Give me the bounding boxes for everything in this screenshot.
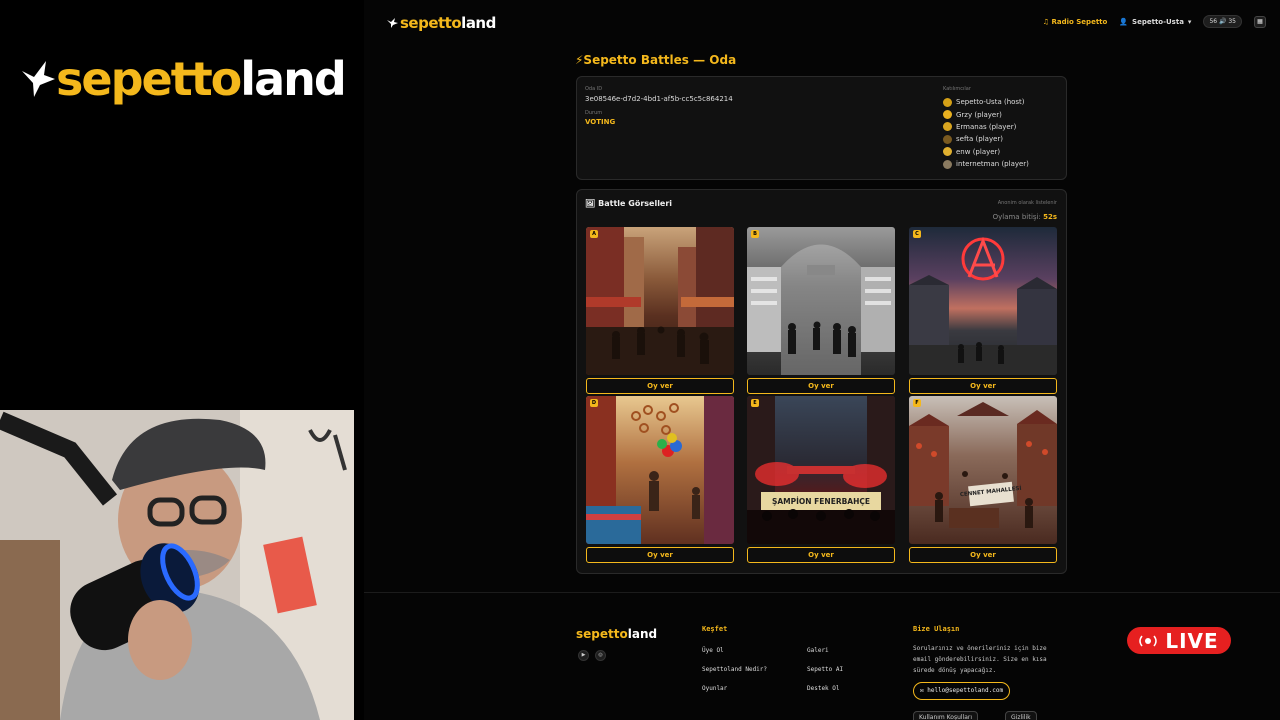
menu-icon[interactable]: ▦	[1254, 15, 1266, 28]
avatar	[943, 159, 952, 169]
entry-image[interactable]: ŞAMPİON FENERBAHÇE E	[747, 396, 895, 544]
logo-part1: sepetto	[400, 14, 462, 32]
bird-icon	[22, 61, 55, 97]
stream-frame: sepetto land ♫ Radio Sepetto 👤 Sepetto-Ust…	[0, 0, 1280, 720]
live-badge: LIVE	[1127, 627, 1231, 654]
anarchy-neon-art	[909, 236, 1057, 375]
site-footer: sepettoland ▶ ◎ Keşfet Üye Ol Galeri Sep…	[364, 592, 1280, 720]
social-links: ▶ ◎	[578, 650, 606, 661]
vote-button[interactable]: Oy ver	[909, 547, 1057, 563]
anonymous-note: Anonim olarak listelenir	[997, 200, 1057, 206]
footer-link-gallery[interactable]: Galeri	[807, 647, 829, 654]
user-icon: 👤	[1119, 17, 1129, 26]
entry-badge: E	[751, 399, 759, 407]
room-id-value: 3e08546e-d7d2-4bd1-af5b-cc5c5c864214	[585, 95, 733, 103]
battle-entry: C Oy ver	[909, 227, 1057, 394]
streamer-image	[0, 410, 354, 720]
entry-badge: B	[751, 230, 759, 238]
entry-image[interactable]: D	[586, 396, 734, 544]
battle-entry: CENNET MAHALLESİ F Oy ver	[909, 396, 1057, 563]
youtube-icon[interactable]: ▶	[578, 650, 589, 661]
participant-item: internetman (player)	[943, 158, 1029, 170]
participant-item: Ermanas (player)	[943, 121, 1029, 133]
bird-icon	[387, 18, 398, 28]
contact-text: Sorularınız ve önerileriniz için bize em…	[913, 645, 1047, 674]
avatar	[943, 134, 952, 144]
battle-entry: B Oy ver	[747, 227, 895, 394]
participant-item: sefta (player)	[943, 133, 1029, 145]
participants-list: Sepetto-Usta (host) Grzy (player) Ermana…	[943, 96, 1029, 170]
chevron-down-icon: ▾	[1187, 17, 1192, 26]
site-logo[interactable]: sepetto land	[386, 14, 496, 32]
webcam-feed	[0, 410, 354, 720]
footer-link-ai[interactable]: Sepetto AI	[807, 666, 843, 673]
logo-part2: land	[461, 14, 496, 32]
cennet-mahallesi-art: CENNET MAHALLESİ	[909, 402, 1057, 528]
simit-street-art	[586, 396, 734, 544]
bazaar-arcade-art	[747, 244, 895, 375]
instagram-icon[interactable]: ◎	[595, 650, 606, 661]
avatar	[943, 110, 952, 120]
market-street-art	[586, 227, 734, 375]
footer-link-about[interactable]: Sepettoland Nedir?	[702, 666, 767, 673]
entry-badge: C	[913, 230, 921, 238]
stream-logo: sepetto land	[20, 52, 347, 106]
room-id-label: Oda ID	[585, 86, 603, 92]
fenerbahce-fans-art: ŞAMPİON FENERBAHÇE	[747, 396, 895, 544]
entry-image[interactable]: CENNET MAHALLESİ F	[909, 396, 1057, 544]
vote-button[interactable]: Oy ver	[909, 378, 1057, 394]
entry-image[interactable]: C	[909, 227, 1057, 375]
entry-badge: F	[913, 399, 921, 407]
terms-link[interactable]: Kullanım Koşulları	[913, 711, 979, 720]
battle-title: 🖼 Battle Görselleri	[585, 199, 673, 208]
vote-button[interactable]: Oy ver	[747, 547, 895, 563]
footer-logo[interactable]: sepettoland	[576, 627, 657, 641]
music-icon: ♫	[1042, 17, 1052, 26]
participant-item: enw (player)	[943, 146, 1029, 158]
battle-entry: ŞAMPİON FENERBAHÇE E Oy ver	[747, 396, 895, 563]
participants-label: Katılımcılar	[943, 86, 971, 92]
live-label: LIVE	[1165, 628, 1219, 653]
avatar	[943, 122, 952, 132]
user-menu[interactable]: 👤 Sepetto-Usta ▾	[1119, 18, 1191, 26]
page-title: ⚡Sepetto Battles — Oda	[575, 53, 737, 67]
vote-timer: Oylama bitişi: 52s	[992, 213, 1057, 221]
vote-button[interactable]: Oy ver	[747, 378, 895, 394]
entry-image[interactable]: B	[747, 227, 895, 375]
footer-link-support[interactable]: Destek Ol	[807, 685, 840, 692]
images-icon: 🖼	[585, 199, 596, 208]
participant-item: Grzy (player)	[943, 108, 1029, 120]
explore-heading: Keşfet	[702, 625, 728, 633]
avatar	[943, 147, 952, 157]
vote-button[interactable]: Oy ver	[586, 547, 734, 563]
website-view: sepetto land ♫ Radio Sepetto 👤 Sepetto-Ust…	[364, 0, 1280, 720]
radio-link[interactable]: ♫ Radio Sepetto	[1043, 18, 1108, 26]
room-info-card: Oda ID 3e08546e-d7d2-4bd1-af5b-cc5c5c864…	[576, 76, 1067, 180]
vote-button[interactable]: Oy ver	[586, 378, 734, 394]
footer-link-signup[interactable]: Üye Ol	[702, 647, 724, 654]
participant-item: Sepetto-Usta (host)	[943, 96, 1029, 108]
entry-badge: D	[590, 399, 598, 407]
battle-entry: D Oy ver	[586, 396, 734, 563]
top-nav: ♫ Radio Sepetto 👤 Sepetto-Usta ▾ 56 🔊 35 ▦	[1043, 15, 1266, 28]
email-button[interactable]: ✉ hello@sepettoland.com	[913, 682, 1011, 700]
battle-images-card: 🖼 Battle Görselleri Anonim olarak listele…	[576, 189, 1067, 574]
avatar	[943, 97, 952, 107]
battle-entry: A Oy ver	[586, 227, 734, 394]
privacy-link[interactable]: Gizlilik	[1005, 711, 1037, 720]
banner-text: ŞAMPİON FENERBAHÇE	[772, 497, 870, 506]
entry-image[interactable]: A	[586, 227, 734, 375]
status-value: VOTING	[585, 118, 616, 126]
contact-heading: Bize Ulaşın	[913, 625, 960, 633]
broadcast-icon	[1139, 635, 1158, 646]
footer-link-games[interactable]: Oyunlar	[702, 685, 727, 692]
status-label: Durum	[585, 110, 603, 116]
coin-counter[interactable]: 56 🔊 35	[1203, 15, 1242, 28]
entry-badge: A	[590, 230, 598, 238]
